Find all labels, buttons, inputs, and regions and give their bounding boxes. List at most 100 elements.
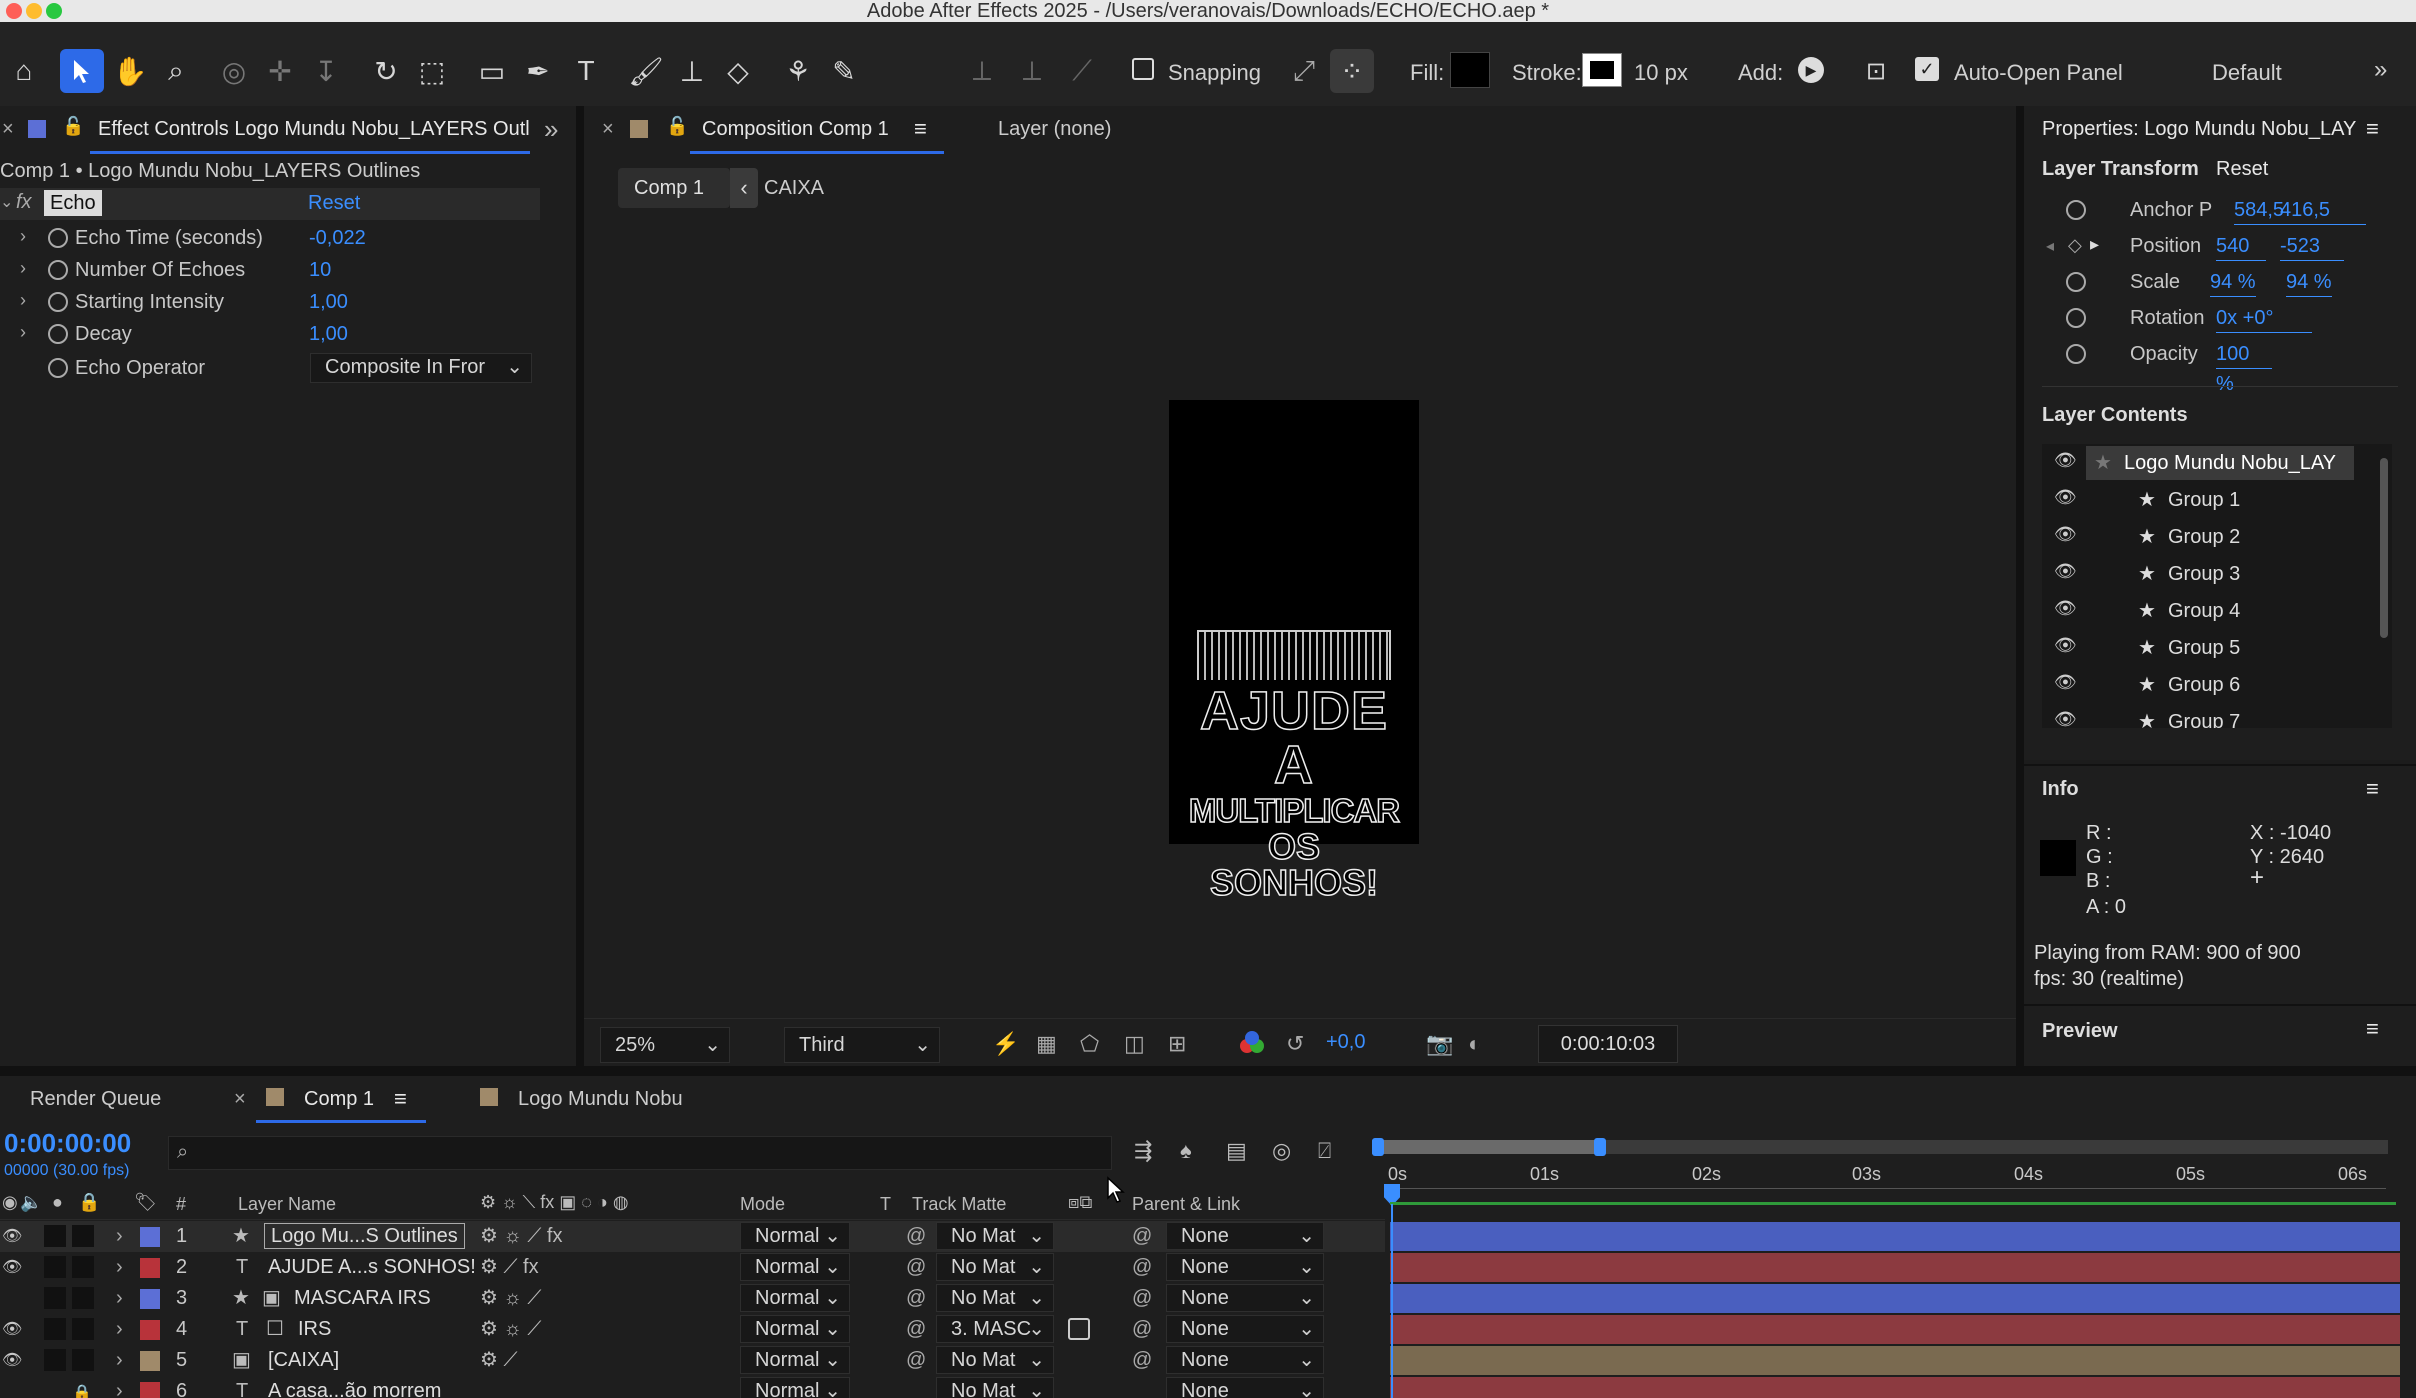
dolly-camera-icon[interactable]: ↧ <box>304 49 348 93</box>
layer-color-label[interactable] <box>140 1258 160 1278</box>
layer-name[interactable]: IRS <box>298 1314 331 1345</box>
stopwatch-icon[interactable] <box>2066 200 2086 220</box>
snapping-checkbox[interactable] <box>1132 58 1154 80</box>
timeline-current-time[interactable]: 0:00:00:00 <box>4 1128 131 1159</box>
layer-row-6[interactable]: 🔒 › 6 T A casa...ão morrem Normal ⌄ No Ma… <box>0 1376 1385 1398</box>
pen-tool-icon[interactable]: ✒ <box>516 49 560 93</box>
parent-pickwhip-icon[interactable]: @ <box>1132 1252 1152 1283</box>
chevron-right-icon[interactable]: › <box>116 1283 123 1314</box>
layer-color-label[interactable] <box>140 1351 160 1371</box>
pickwhip-icon[interactable]: @ <box>906 1283 926 1314</box>
layer-switches[interactable]: ⚙ ⟋ <box>480 1345 518 1376</box>
contents-item-group[interactable]: 👁 ★ Group 4 <box>2042 594 2372 628</box>
tab-logo-mundu-nobu[interactable]: Logo Mundu Nobu <box>518 1088 683 1111</box>
layer-bar-4[interactable] <box>1390 1315 2400 1344</box>
toggle-panel-icon[interactable]: ⊡ <box>1854 49 1898 93</box>
layer-switches[interactable]: ⚙ ☼ ⟋ <box>480 1283 541 1314</box>
transform-row-position[interactable]: ◂ ◇ ▸ Position 540 -523 <box>2024 228 2416 264</box>
blend-mode-dropdown[interactable]: Normal ⌄ <box>740 1253 850 1281</box>
snap-edges-icon[interactable]: ⤢ <box>1282 49 1326 93</box>
prop-row-echo-time[interactable]: › Echo Time (seconds) -0,022 <box>0 222 540 254</box>
audio-switch-header-icon[interactable]: 🔈 <box>20 1192 42 1213</box>
pickwhip-icon[interactable]: @ <box>906 1345 926 1376</box>
stopwatch-icon[interactable] <box>48 324 68 344</box>
transform-row-scale[interactable]: Scale 94 % 94 % <box>2024 264 2416 300</box>
eye-icon[interactable]: 👁 <box>2 1252 22 1283</box>
layer-bar-6[interactable] <box>1390 1377 2400 1398</box>
contents-item-root[interactable]: 👁 ★ Logo Mundu Nobu_LAY <box>2042 446 2372 480</box>
tab-render-queue[interactable]: Render Queue <box>30 1088 161 1111</box>
grid-guides-icon[interactable]: ⊞ <box>1168 1031 1186 1057</box>
prop-value[interactable]: -523 <box>2280 231 2344 261</box>
eye-icon[interactable]: 👁 <box>2054 450 2077 471</box>
tab-comp1[interactable]: Comp 1 <box>304 1088 374 1111</box>
next-keyframe-icon[interactable]: ▸ <box>2090 234 2099 255</box>
stroke-width-value[interactable]: 10 px <box>1634 60 1688 86</box>
mask-visibility-icon[interactable]: ⬠ <box>1080 1031 1099 1057</box>
hamburger-menu-icon[interactable]: ≡ <box>2366 776 2379 802</box>
stopwatch-icon[interactable] <box>2066 344 2086 364</box>
close-tab-icon[interactable]: × <box>2 118 14 141</box>
track-matte-dropdown[interactable]: No Mat ⌄ <box>936 1346 1054 1374</box>
contents-item-group[interactable]: 👁 ★ Group 6 <box>2042 668 2372 702</box>
blend-mode-dropdown[interactable]: Normal ⌄ <box>740 1222 850 1250</box>
effect-header-row[interactable]: ⌄ fx Echo Reset <box>0 188 540 220</box>
show-snapshot-icon[interactable]: ◐ <box>1468 1031 1481 1057</box>
lock-switch[interactable] <box>72 1225 94 1247</box>
layer-bar-5[interactable] <box>1390 1346 2400 1375</box>
lock-switch[interactable] <box>72 1256 94 1278</box>
stopwatch-icon[interactable] <box>48 260 68 280</box>
work-area-start-handle[interactable] <box>1372 1138 1384 1156</box>
lock-icon[interactable]: 🔓 <box>666 116 688 137</box>
region-of-interest-icon[interactable]: ◫ <box>1124 1031 1145 1057</box>
prop-value[interactable]: 1,00 <box>309 319 348 349</box>
mode-header[interactable]: Mode <box>740 1194 785 1215</box>
motion-blur-icon[interactable]: ◎ <box>1272 1138 1291 1164</box>
local-axis-icon[interactable]: ⟂ <box>960 49 1004 93</box>
chevron-right-icon[interactable]: › <box>20 258 26 279</box>
layer-name[interactable]: A casa...ão morrem <box>268 1376 441 1398</box>
fill-swatch[interactable] <box>1450 52 1490 88</box>
layer-row-1[interactable]: 👁 › 1 ★ Logo Mu...S Outlines ⚙ ☼ ⟋ fx No… <box>0 1221 1385 1252</box>
layer-color-label[interactable] <box>140 1289 160 1309</box>
breadcrumb-caixa[interactable]: CAIXA <box>764 177 824 200</box>
stopwatch-icon[interactable] <box>48 228 68 248</box>
list-scrollbar[interactable] <box>2380 458 2388 638</box>
transparency-grid-icon[interactable]: ▦ <box>1036 1031 1057 1057</box>
zoom-window-button[interactable] <box>46 3 62 19</box>
eye-icon[interactable]: 👁 <box>2054 524 2077 545</box>
panel-divider[interactable] <box>0 1066 2416 1076</box>
panel-divider[interactable] <box>576 106 584 1066</box>
prev-keyframe-icon[interactable]: ◂ <box>2046 236 2054 256</box>
parent-link-header[interactable]: Parent & Link <box>1132 1194 1240 1215</box>
lock-icon[interactable]: 🔒 <box>72 1378 92 1398</box>
layer-switches[interactable]: ⚙ ⟋ fx <box>480 1252 539 1283</box>
transform-reset-link[interactable]: Reset <box>2216 158 2268 181</box>
prop-row-decay[interactable]: › Decay 1,00 <box>0 318 540 350</box>
prop-row-echo-operator[interactable]: Echo Operator Composite In Fror ⌄ <box>0 350 540 384</box>
prop-value[interactable]: 584,5 <box>2234 195 2285 225</box>
snapshot-camera-icon[interactable]: 📷 <box>1426 1031 1453 1057</box>
hamburger-menu-icon[interactable]: ≡ <box>914 116 927 142</box>
auto-open-panel-checkbox[interactable]: ✓ <box>1915 57 1939 81</box>
puppet-tool-icon[interactable]: ✎ <box>822 49 866 93</box>
lock-switch[interactable] <box>72 1318 94 1340</box>
magnification-dropdown[interactable]: 25% ⌄ <box>600 1027 730 1063</box>
blend-mode-dropdown[interactable]: Normal ⌄ <box>740 1346 850 1374</box>
rotation-tool-icon[interactable]: ↻ <box>364 49 408 93</box>
transform-row-rotation[interactable]: Rotation 0x +0° <box>2024 300 2416 336</box>
parent-dropdown[interactable]: None ⌄ <box>1166 1377 1324 1398</box>
effect-controls-tab[interactable]: Effect Controls Logo Mundu Nobu_LAYERS O… <box>98 118 530 141</box>
solo-header-icon[interactable]: ● <box>52 1192 63 1213</box>
lock-icon[interactable]: 🔓 <box>62 116 84 137</box>
contents-item-group[interactable]: 👁 ★ Group 3 <box>2042 557 2372 591</box>
solo-switch[interactable] <box>44 1349 66 1371</box>
effect-name[interactable]: Echo <box>44 190 102 216</box>
workspace-selector[interactable]: Default <box>2212 60 2282 86</box>
eye-icon[interactable]: 👁 <box>2054 672 2077 693</box>
clone-stamp-tool-icon[interactable]: ⊥ <box>670 49 714 93</box>
prop-value[interactable]: 94 % <box>2210 267 2256 297</box>
layer-switches[interactable]: ⚙ ☼ ⟋ <box>480 1314 541 1345</box>
prop-value[interactable]: 100 % <box>2216 339 2272 395</box>
layer-name-header[interactable]: Layer Name <box>238 1194 336 1215</box>
